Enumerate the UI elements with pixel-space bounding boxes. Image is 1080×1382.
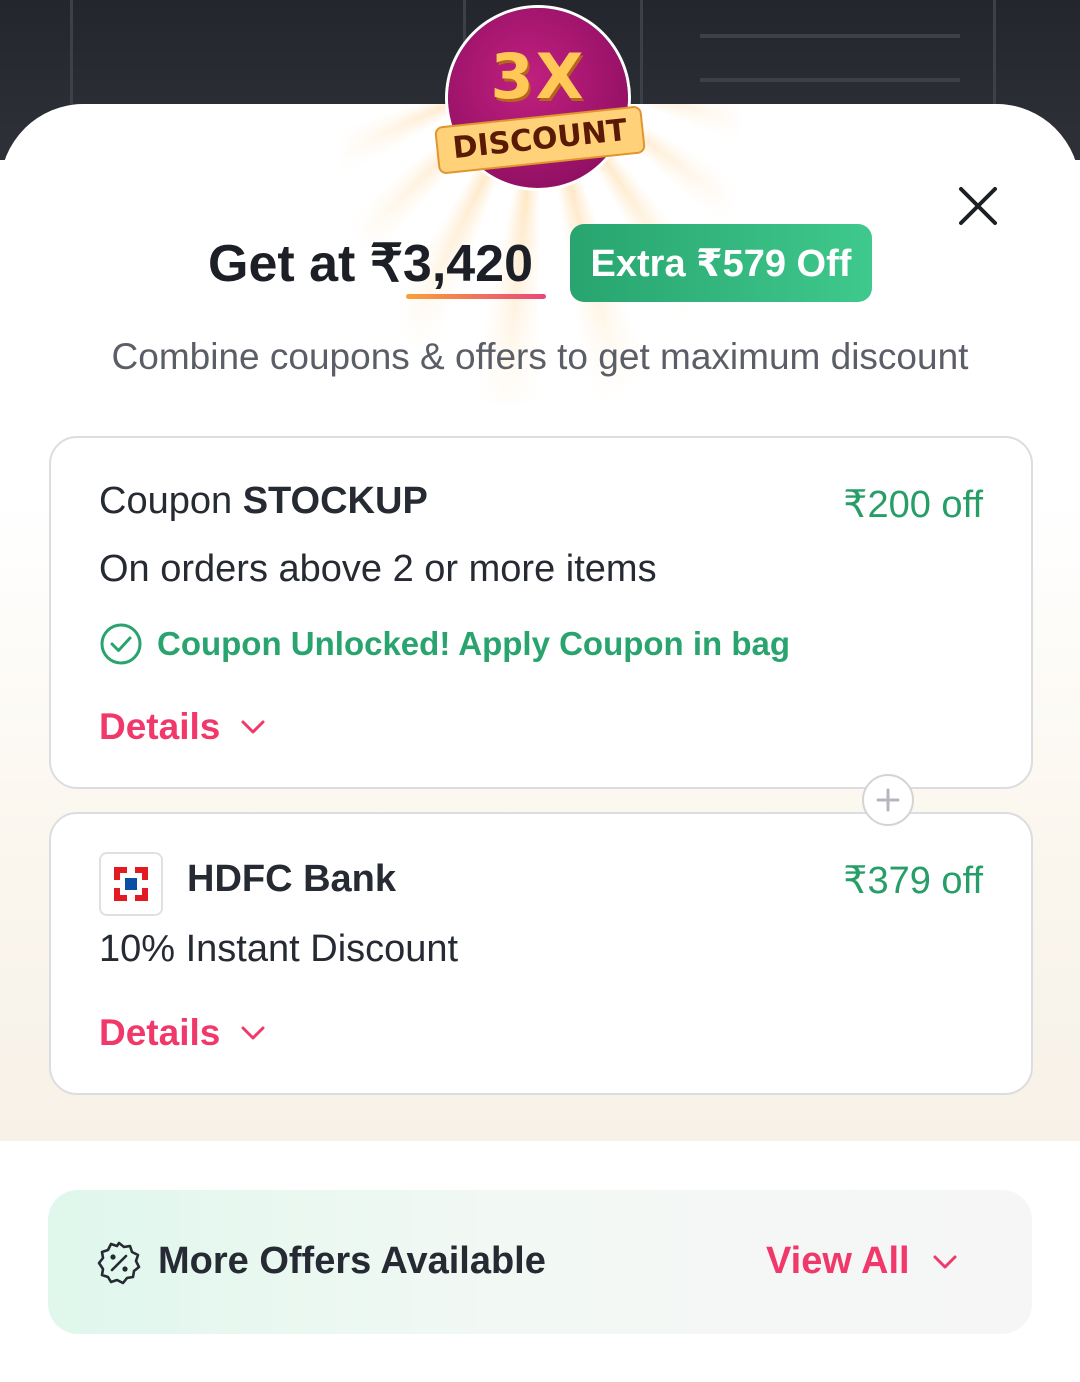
details-label: Details (99, 1012, 221, 1053)
backdrop-panel-left (70, 0, 466, 113)
coupon-description: On orders above 2 or more items (99, 548, 657, 590)
details-label: Details (99, 706, 221, 747)
plus-icon (862, 774, 914, 826)
coupon-discount: ₹200 off (843, 484, 983, 526)
chevron-down-icon (241, 720, 265, 734)
sheet-subtitle: Combine coupons & offers to get maximum … (111, 336, 969, 377)
bank-offer-description: 10% Instant Discount (99, 928, 459, 970)
coupon-status: Coupon Unlocked! Apply Coupon in bag (99, 622, 790, 666)
extra-off-badge: Extra ₹579 Off (570, 224, 872, 302)
more-offers-banner[interactable]: More Offers Available View All (48, 1190, 1032, 1334)
discount-badge: 3X DISCOUNT (434, 8, 646, 188)
close-icon (959, 187, 997, 225)
bank-name: HDFC Bank (187, 858, 397, 900)
offer-tag-icon (97, 1241, 141, 1285)
more-offers-label: More Offers Available (158, 1240, 546, 1282)
coupon-details-toggle[interactable]: Details (99, 706, 266, 748)
coupon-prefix: Coupon (99, 480, 233, 522)
close-button[interactable] (952, 180, 1004, 232)
badge-multiplier: 3X (490, 40, 586, 113)
chevron-down-icon (933, 1255, 957, 1268)
backdrop-panel-right (640, 0, 996, 113)
check-circle-icon (100, 623, 142, 665)
chevron-down-icon (241, 1026, 265, 1040)
effective-price: Get at ₹3,420 (208, 235, 534, 293)
coupon-title: Coupon STOCKUP (99, 480, 428, 523)
hdfc-logo-icon (99, 852, 163, 916)
coupon-offer-card: Coupon STOCKUP ₹200 off On orders above … (49, 436, 1033, 789)
coupon-code: STOCKUP (242, 480, 428, 522)
bank-discount: ₹379 off (843, 860, 983, 902)
view-all-button[interactable]: View All (766, 1240, 958, 1283)
view-all-label: View All (766, 1240, 910, 1282)
backdrop-bar (700, 78, 960, 82)
bank-offer-card: HDFC Bank ₹379 off 10% Instant Discount … (49, 812, 1033, 1095)
price-underline (406, 294, 546, 299)
coupon-status-text: Coupon Unlocked! Apply Coupon in bag (157, 625, 791, 662)
effective-price-heading: Get at ₹3,420 (208, 228, 546, 300)
bank-details-toggle[interactable]: Details (99, 1012, 266, 1054)
backdrop-bar (700, 34, 960, 38)
